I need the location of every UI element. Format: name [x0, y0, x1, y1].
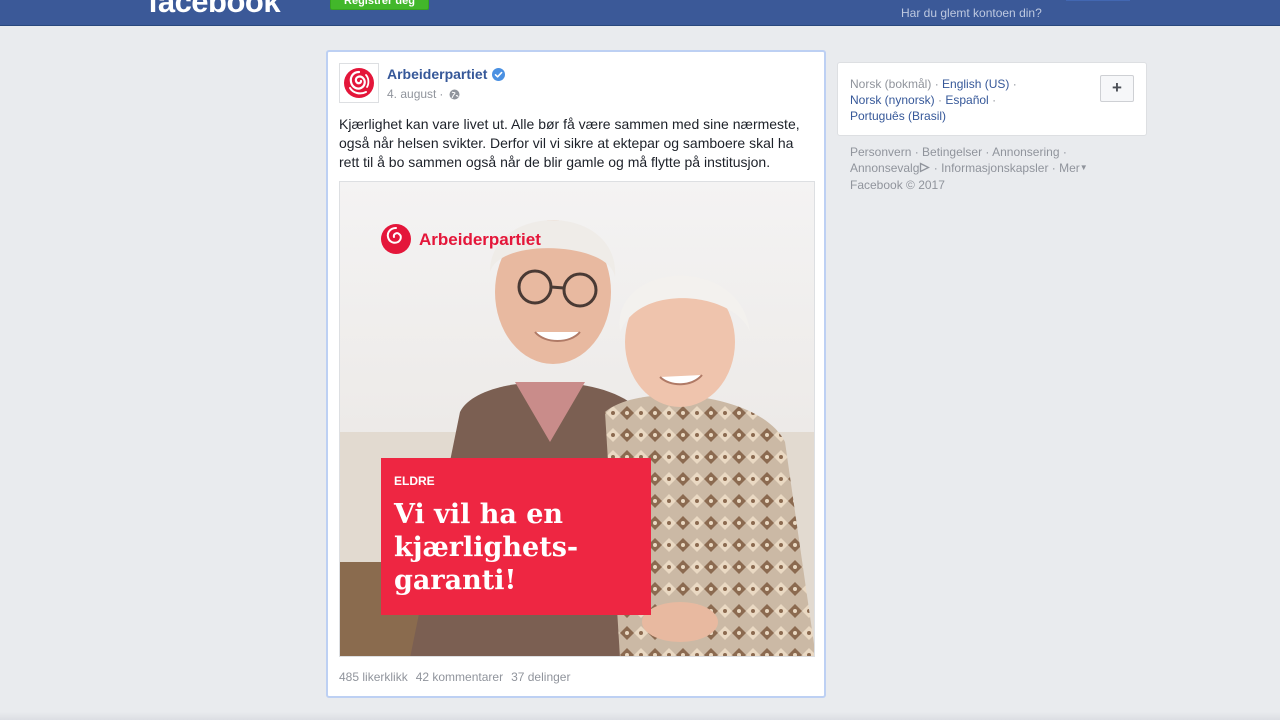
footer-links: Personvern · Betingelser · Annonsering ·…: [850, 145, 1088, 192]
footer-link-personvern[interactable]: Personvern: [850, 145, 911, 159]
image-headline-line-2: kjærlighets-: [394, 532, 578, 563]
top-navigation-bar: facebook Registrer deg Har du glemt kont…: [0, 0, 1280, 26]
language-list: Norsk (bokmål) · English (US) · Norsk (n…: [850, 77, 1017, 123]
chevron-down-icon: ▼: [1079, 163, 1088, 172]
footer-link-mer[interactable]: Mer▼: [1059, 161, 1088, 175]
post-card: Arbeiderpartiet 4. august · Kjærlighet k…: [326, 50, 826, 698]
adchoices-icon[interactable]: [919, 161, 931, 177]
globe-icon[interactable]: [449, 89, 460, 100]
footer-link-annonsevalg[interactable]: Annonsevalg: [850, 161, 919, 175]
language-norsk-nynorsk[interactable]: Norsk (nynorsk): [850, 93, 935, 107]
add-language-button[interactable]: +: [1100, 75, 1134, 102]
register-button[interactable]: Registrer deg: [330, 0, 429, 10]
likes-count[interactable]: 485 likerklikk: [339, 670, 408, 684]
page-avatar[interactable]: [339, 63, 379, 103]
post-text: Kjærlighet kan vare livet ut. Alle bør f…: [339, 116, 800, 170]
language-selector-box: Norsk (bokmål) · English (US) · Norsk (n…: [837, 62, 1147, 136]
footer-link-betingelser[interactable]: Betingelser: [922, 145, 982, 159]
couple-photo: Arbeiderpartiet ELDRE Vi vil ha en kjærl…: [340, 182, 814, 656]
bottom-edge: [0, 712, 1280, 720]
image-headline-line-1: Vi vil ha en: [393, 499, 563, 530]
copyright: Facebook © 2017: [850, 178, 945, 192]
language-portugues-brasil[interactable]: Português (Brasil): [850, 109, 946, 123]
post-stats: 485 likerklikk 42 kommentarer 37 delinge…: [339, 670, 570, 684]
image-brand-text: Arbeiderpartiet: [419, 230, 541, 249]
footer-link-mer-label: Mer: [1059, 161, 1080, 175]
facebook-logo[interactable]: facebook: [148, 0, 281, 20]
footer-link-informasjonskapsler[interactable]: Informasjonskapsler: [941, 161, 1048, 175]
meta-separator: ·: [439, 87, 444, 101]
post-date[interactable]: 4. august: [387, 87, 436, 101]
post-meta: 4. august ·: [387, 87, 460, 101]
current-language: Norsk (bokmål): [850, 77, 932, 91]
comments-count[interactable]: 42 kommentarer: [416, 670, 503, 684]
post-image[interactable]: Arbeiderpartiet ELDRE Vi vil ha en kjærl…: [339, 181, 815, 657]
forgot-account-link[interactable]: Har du glemt kontoen din?: [901, 6, 1042, 20]
page-name[interactable]: Arbeiderpartiet: [387, 66, 487, 82]
shares-count[interactable]: 37 delinger: [511, 670, 570, 684]
footer-link-annonsering[interactable]: Annonsering: [992, 145, 1059, 159]
language-espanol[interactable]: Español: [945, 93, 988, 107]
language-english-us[interactable]: English (US): [942, 77, 1009, 91]
rose-logo-icon: [344, 68, 374, 98]
login-button[interactable]: [1066, 0, 1130, 1]
image-headline-line-3: garanti!: [394, 565, 516, 596]
page-name-link[interactable]: Arbeiderpartiet: [387, 66, 506, 82]
image-tag: ELDRE: [394, 474, 435, 488]
verified-badge-icon: [492, 67, 506, 81]
